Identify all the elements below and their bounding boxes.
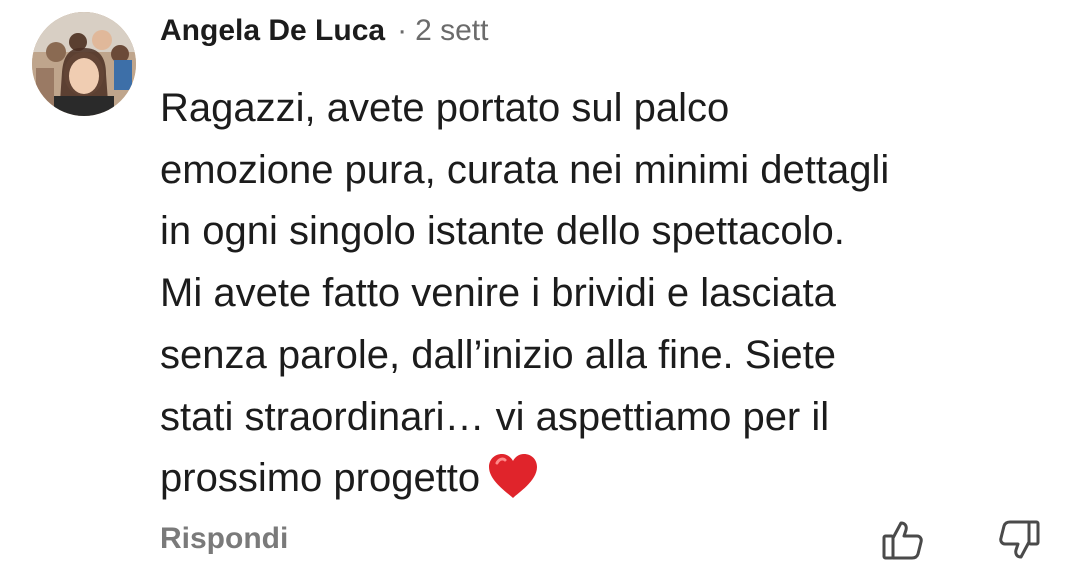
comment-line: stati straordinari… vi aspettiamo per il (160, 394, 830, 439)
heart-icon (486, 451, 540, 501)
comment-line: Mi avete fatto venire i brividi e lascia… (160, 271, 836, 316)
avatar[interactable] (32, 12, 136, 116)
avatar-photo (32, 12, 136, 116)
separator-dot: · (397, 14, 408, 47)
comment-line: in ogni singolo istante dello spettacolo… (160, 209, 845, 254)
comment-line: emozione pura, curata nei minimi dettagl… (160, 147, 890, 192)
comment-line-text: prossimo progetto (160, 456, 481, 501)
thumbs-down-icon[interactable] (998, 518, 1042, 562)
comment-line-last: prossimo progetto (160, 448, 1060, 510)
comment-line: Ragazzi, avete portato sul palco (160, 86, 730, 130)
comment-line: senza parole, dall’inizio alla fine. Sie… (160, 332, 836, 377)
timestamp: 2 sett (415, 14, 489, 47)
reply-button[interactable]: Rispondi (160, 522, 288, 556)
author-name[interactable]: Angela De Luca (160, 14, 385, 48)
comment-header: Angela De Luca · 2 sett (160, 14, 488, 54)
comment-text: Ragazzi, avete portato sul palco emozion… (160, 78, 1060, 510)
thumbs-up-icon[interactable] (880, 518, 924, 562)
